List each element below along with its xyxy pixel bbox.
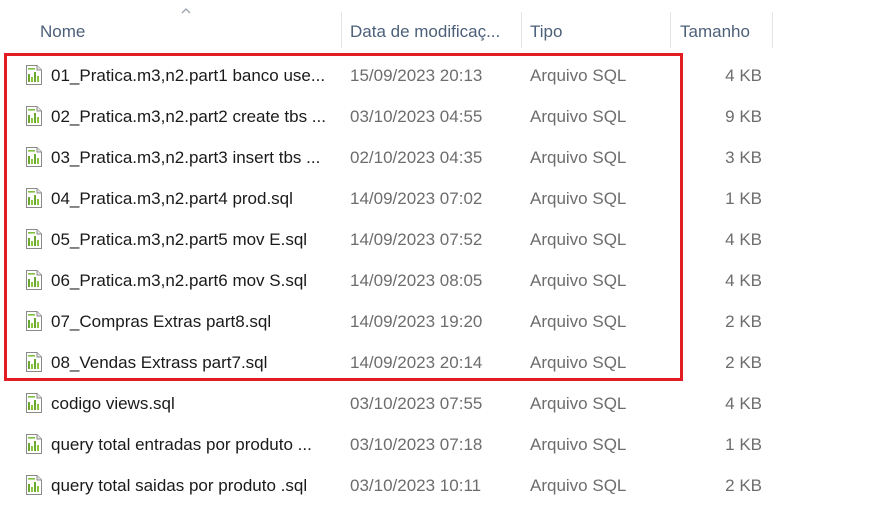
file-list: 01_Pratica.m3,n2.part1 banco use... 15/0… — [0, 55, 891, 506]
file-name: 04_Pratica.m3,n2.part4 prod.sql — [51, 189, 293, 208]
column-header-type[interactable]: Tipo — [530, 10, 660, 48]
column-divider[interactable] — [341, 12, 342, 48]
file-type: Arquivo SQL — [530, 66, 627, 85]
file-date-modified: 15/09/2023 20:13 — [350, 66, 483, 85]
file-row[interactable]: query total entradas por produto ... 03/… — [0, 424, 891, 465]
file-name: 03_Pratica.m3,n2.part3 insert tbs ... — [51, 148, 321, 167]
column-header-date-modified[interactable]: Data de modificaç... — [350, 10, 516, 48]
file-name: 06_Pratica.m3,n2.part6 mov S.sql — [51, 271, 308, 290]
file-type: Arquivo SQL — [530, 148, 627, 167]
file-date-modified: 03/10/2023 07:18 — [350, 435, 483, 454]
column-divider[interactable] — [670, 12, 671, 48]
sql-file-icon — [25, 147, 43, 167]
sql-file-icon — [25, 229, 43, 249]
file-row[interactable]: 03_Pratica.m3,n2.part3 insert tbs ... 02… — [0, 137, 891, 178]
file-type: Arquivo SQL — [530, 312, 627, 331]
file-date-modified: 14/09/2023 20:14 — [350, 353, 483, 372]
file-type: Arquivo SQL — [530, 353, 627, 372]
file-size: 4 KB — [725, 394, 762, 413]
file-row[interactable]: query total saidas por produto .sql 03/1… — [0, 465, 891, 506]
sql-file-icon — [25, 311, 43, 331]
sql-file-icon — [25, 270, 43, 290]
file-size: 2 KB — [725, 476, 762, 495]
sql-file-icon — [25, 65, 43, 85]
file-date-modified: 14/09/2023 08:05 — [350, 271, 483, 290]
file-date-modified: 14/09/2023 07:02 — [350, 189, 483, 208]
file-name: 01_Pratica.m3,n2.part1 banco use... — [51, 66, 326, 85]
file-date-modified: 03/10/2023 10:11 — [350, 476, 482, 495]
file-name: query total entradas por produto ... — [51, 435, 312, 454]
file-name: 02_Pratica.m3,n2.part2 create tbs ... — [51, 107, 326, 126]
file-explorer-details-view: Nome Data de modificaç... Tipo Tamanho 0… — [0, 0, 891, 525]
file-name: query total saidas por produto .sql — [51, 476, 308, 495]
file-row[interactable]: 01_Pratica.m3,n2.part1 banco use... 15/0… — [0, 55, 891, 96]
file-name: 05_Pratica.m3,n2.part5 mov E.sql — [51, 230, 308, 249]
file-size: 4 KB — [725, 230, 762, 249]
file-type: Arquivo SQL — [530, 271, 627, 290]
file-row[interactable]: 02_Pratica.m3,n2.part2 create tbs ... 03… — [0, 96, 891, 137]
file-date-modified: 03/10/2023 04:55 — [350, 107, 483, 126]
file-date-modified: 14/09/2023 07:52 — [350, 230, 483, 249]
file-size: 1 KB — [725, 435, 762, 454]
sql-file-icon — [25, 393, 43, 413]
file-size: 3 KB — [725, 148, 762, 167]
file-row[interactable]: 04_Pratica.m3,n2.part4 prod.sql 14/09/20… — [0, 178, 891, 219]
file-type: Arquivo SQL — [530, 230, 627, 249]
file-date-modified: 02/10/2023 04:35 — [350, 148, 483, 167]
column-header-size[interactable]: Tamanho — [680, 10, 772, 48]
file-type: Arquivo SQL — [530, 435, 627, 454]
file-size: 4 KB — [725, 66, 762, 85]
file-size: 4 KB — [725, 271, 762, 290]
file-row[interactable]: 06_Pratica.m3,n2.part6 mov S.sql 14/09/2… — [0, 260, 891, 301]
file-size: 2 KB — [725, 353, 762, 372]
file-date-modified: 14/09/2023 19:20 — [350, 312, 483, 331]
file-type: Arquivo SQL — [530, 189, 627, 208]
sql-file-icon — [25, 188, 43, 208]
file-size: 2 KB — [725, 312, 762, 331]
column-header-row: Nome Data de modificaç... Tipo Tamanho — [0, 0, 891, 48]
file-date-modified: 03/10/2023 07:55 — [350, 394, 483, 413]
column-header-name[interactable]: Nome — [40, 10, 330, 48]
file-type: Arquivo SQL — [530, 107, 627, 126]
sql-file-icon — [25, 352, 43, 372]
file-name: 08_Vendas Extrass part7.sql — [51, 353, 268, 372]
file-name: codigo views.sql — [51, 394, 175, 413]
file-size: 9 KB — [725, 107, 762, 126]
sql-file-icon — [25, 106, 43, 126]
file-size: 1 KB — [725, 189, 762, 208]
file-row[interactable]: 07_Compras Extras part8.sql 14/09/2023 1… — [0, 301, 891, 342]
sql-file-icon — [25, 434, 43, 454]
file-row[interactable]: 08_Vendas Extrass part7.sql 14/09/2023 2… — [0, 342, 891, 383]
file-type: Arquivo SQL — [530, 476, 627, 495]
file-row[interactable]: codigo views.sql 03/10/2023 07:55 Arquiv… — [0, 383, 891, 424]
column-divider[interactable] — [521, 12, 522, 48]
file-row[interactable]: 05_Pratica.m3,n2.part5 mov E.sql 14/09/2… — [0, 219, 891, 260]
file-type: Arquivo SQL — [530, 394, 627, 413]
sql-file-icon — [25, 475, 43, 495]
column-divider[interactable] — [772, 12, 773, 48]
file-name: 07_Compras Extras part8.sql — [51, 312, 272, 331]
